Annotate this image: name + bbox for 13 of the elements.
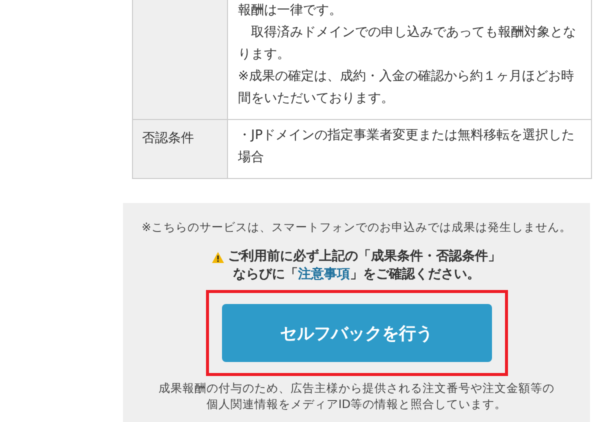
table-cell-text: 報酬は一律です。 [238,2,343,20]
notes-link[interactable]: 注意事項 [298,267,350,282]
warning-icon [212,252,224,262]
privacy-note: 成果報酬の付与のため、広告主様から提供される注文番号や注文金額等の [158,380,554,396]
table-cell-text: 取得済みドメインでの申し込みであっても報酬対象となります。 [238,24,577,64]
table-cell-text: ・JPドメインの指定事業者変更または無料移転を選択した場合 [238,127,576,167]
warning-message: ご利用前に必ず上記の「成果条件・否認条件」 [228,248,501,266]
selfback-button[interactable]: セルフバックを行う [222,304,492,362]
privacy-note: 個人関連情報をメディアID等の情報と照合しています。 [206,396,507,412]
smartphone-note: ※こちらのサービスは、スマートフォンでのお申込みでは成果は発生しません。 [142,220,572,235]
table-cell-text: ※成果の確定は、成約・入金の確認から約１ヶ月ほどお時間をいただいております。 [238,68,575,108]
table-header-cell: 否認条件 [133,120,228,178]
warning-message: ならびに「注意事項」をご確認ください。 [233,266,480,284]
